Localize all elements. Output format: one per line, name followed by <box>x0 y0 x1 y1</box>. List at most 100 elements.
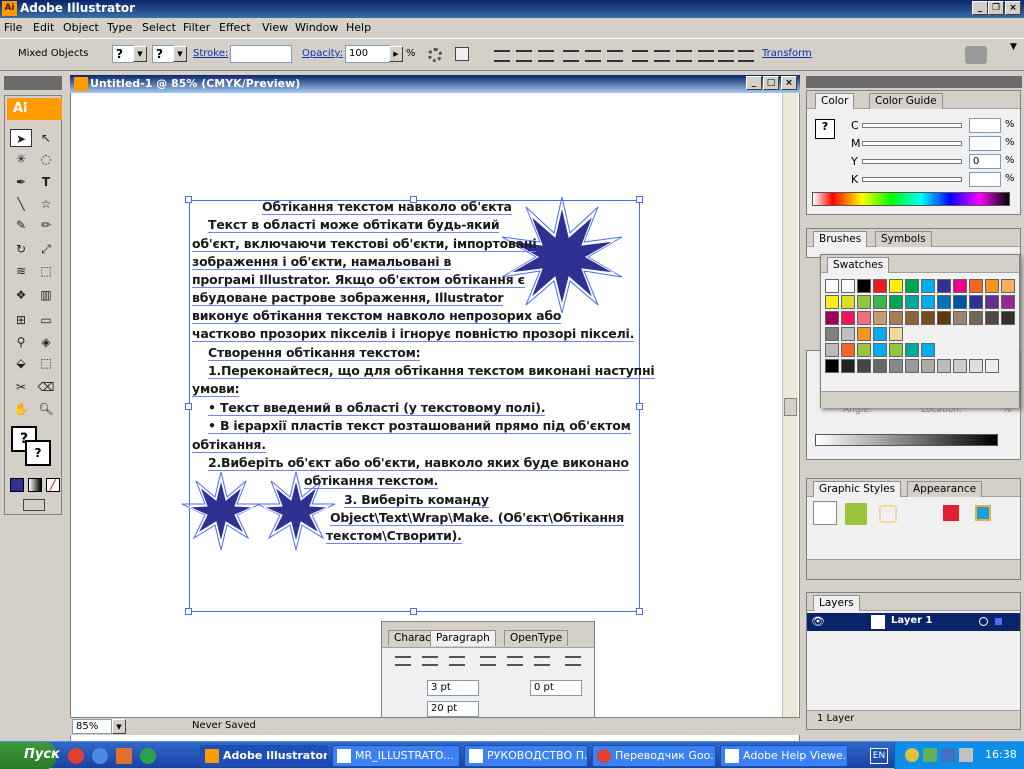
swatch[interactable] <box>825 295 839 309</box>
swatch[interactable] <box>889 359 903 373</box>
swatch[interactable] <box>857 295 871 309</box>
swatch[interactable] <box>921 279 935 293</box>
swatch[interactable] <box>921 359 935 373</box>
panel-menu-icon[interactable]: ▼ <box>1010 42 1020 66</box>
rotate-tool-icon[interactable]: ↻ <box>10 240 32 258</box>
swatch[interactable] <box>889 279 903 293</box>
menu-file[interactable]: File <box>4 21 22 34</box>
swatch[interactable] <box>937 359 951 373</box>
paintbrush-tool-icon[interactable]: ✎ <box>10 216 32 234</box>
layer-row[interactable]: 👁︎ Layer 1 <box>807 613 1020 631</box>
vertical-scrollbar[interactable] <box>782 93 798 717</box>
swatch[interactable] <box>953 295 967 309</box>
slider-k[interactable] <box>862 177 962 182</box>
justify-right-icon[interactable] <box>534 656 550 666</box>
eraser-tool-icon[interactable]: ⌫ <box>35 378 57 396</box>
swatch[interactable] <box>953 311 967 325</box>
star-tool-icon[interactable]: ☆ <box>35 195 57 213</box>
distribute-left-icon[interactable] <box>698 50 714 62</box>
swatch[interactable] <box>873 343 887 357</box>
align-top-icon[interactable] <box>563 50 579 62</box>
y-value[interactable]: 0 <box>969 154 1001 169</box>
swatch[interactable] <box>841 327 855 341</box>
visibility-eye-icon[interactable]: 👁︎ <box>811 615 825 628</box>
justify-left-icon[interactable] <box>480 656 496 666</box>
tray-icon-1[interactable] <box>905 748 919 762</box>
swatch[interactable] <box>1001 311 1015 325</box>
swatch[interactable] <box>857 279 871 293</box>
handle-ml[interactable] <box>185 403 192 410</box>
tab-swatches[interactable]: Swatches <box>827 257 890 273</box>
tab-color-guide[interactable]: Color Guide <box>869 93 943 109</box>
task-chrome[interactable]: Переводчик Goo... <box>592 745 716 767</box>
swatch[interactable] <box>969 311 983 325</box>
gradient-tool-icon[interactable]: ▭ <box>35 311 57 329</box>
distribute-bottom-icon[interactable] <box>676 50 692 62</box>
small-star-left-shape[interactable] <box>180 470 262 552</box>
swatch[interactable] <box>953 359 967 373</box>
swatch[interactable] <box>905 359 919 373</box>
fill-swatch[interactable]: ? <box>112 45 134 63</box>
tray-icon-3[interactable] <box>941 748 955 762</box>
style-default[interactable] <box>813 501 837 525</box>
para-align-right-icon[interactable] <box>449 656 465 666</box>
k-value[interactable] <box>969 172 1001 187</box>
opacity-field[interactable]: 100 <box>345 45 390 63</box>
swatch[interactable] <box>905 295 919 309</box>
mesh-tool-icon[interactable]: ⊞ <box>10 311 32 329</box>
menu-edit[interactable]: Edit <box>33 21 54 34</box>
menu-filter[interactable]: Filter <box>183 21 210 34</box>
minimize-button[interactable]: _ <box>972 1 988 15</box>
swatch[interactable] <box>905 311 919 325</box>
task-help-viewer[interactable]: Adobe Help Viewe... <box>720 745 848 767</box>
swatch[interactable] <box>825 279 839 293</box>
scale-tool-icon[interactable]: ⤢ <box>35 240 57 258</box>
graph-tool-icon[interactable]: ▥ <box>35 286 57 304</box>
distribute-right-icon[interactable] <box>738 50 754 62</box>
style-rounded[interactable] <box>879 505 897 523</box>
menu-view[interactable]: View <box>262 21 288 34</box>
swatch[interactable] <box>857 359 871 373</box>
language-indicator[interactable]: EN <box>870 748 888 764</box>
swatch[interactable] <box>985 359 999 373</box>
hand-tool-icon[interactable]: ✋ <box>10 400 32 418</box>
swatch[interactable] <box>841 295 855 309</box>
app-quicklaunch-icon[interactable] <box>116 748 132 764</box>
swatch[interactable] <box>889 295 903 309</box>
layer-name[interactable]: Layer 1 <box>891 615 932 626</box>
transform-link[interactable]: Transform <box>762 48 812 59</box>
swatch[interactable] <box>873 279 887 293</box>
style-green[interactable] <box>845 503 867 525</box>
volume-icon[interactable] <box>959 748 973 762</box>
swatch[interactable] <box>873 295 887 309</box>
stroke-swatch[interactable]: ? <box>152 45 174 63</box>
distribute-middle-icon[interactable] <box>654 50 670 62</box>
app2-quicklaunch-icon[interactable] <box>140 748 156 764</box>
swatch[interactable] <box>841 311 855 325</box>
free-transform-tool-icon[interactable]: ⬚ <box>35 262 57 280</box>
close-button[interactable]: × <box>1005 1 1021 15</box>
align-center-icon[interactable] <box>516 50 532 62</box>
swatch[interactable] <box>825 343 839 357</box>
swatch[interactable] <box>889 327 903 341</box>
eyedropper-tool-icon[interactable]: ⚲ <box>10 333 32 351</box>
c-value[interactable] <box>969 118 1001 133</box>
maximize-button[interactable]: ❐ <box>988 1 1004 15</box>
swatch[interactable] <box>1001 295 1015 309</box>
swatch[interactable] <box>825 359 839 373</box>
slider-y[interactable] <box>862 159 962 164</box>
stroke-dropdown[interactable]: ▼ <box>173 46 187 62</box>
chrome-quicklaunch-icon[interactable] <box>68 748 84 764</box>
handle-tl[interactable] <box>185 196 192 203</box>
pen-tool-icon[interactable]: ✒ <box>10 173 32 191</box>
tab-graphic-styles[interactable]: Graphic Styles <box>813 481 902 497</box>
swatch[interactable] <box>953 279 967 293</box>
swatch[interactable] <box>969 359 983 373</box>
swatch[interactable] <box>1001 279 1015 293</box>
zoom-tool-icon[interactable]: 🔍︎ <box>35 400 57 418</box>
scroll-thumb[interactable] <box>784 398 797 416</box>
swatch[interactable] <box>857 343 871 357</box>
opacity-label[interactable]: Opacity: <box>302 48 343 59</box>
swatch[interactable] <box>921 343 935 357</box>
align-right-icon[interactable] <box>538 50 554 62</box>
